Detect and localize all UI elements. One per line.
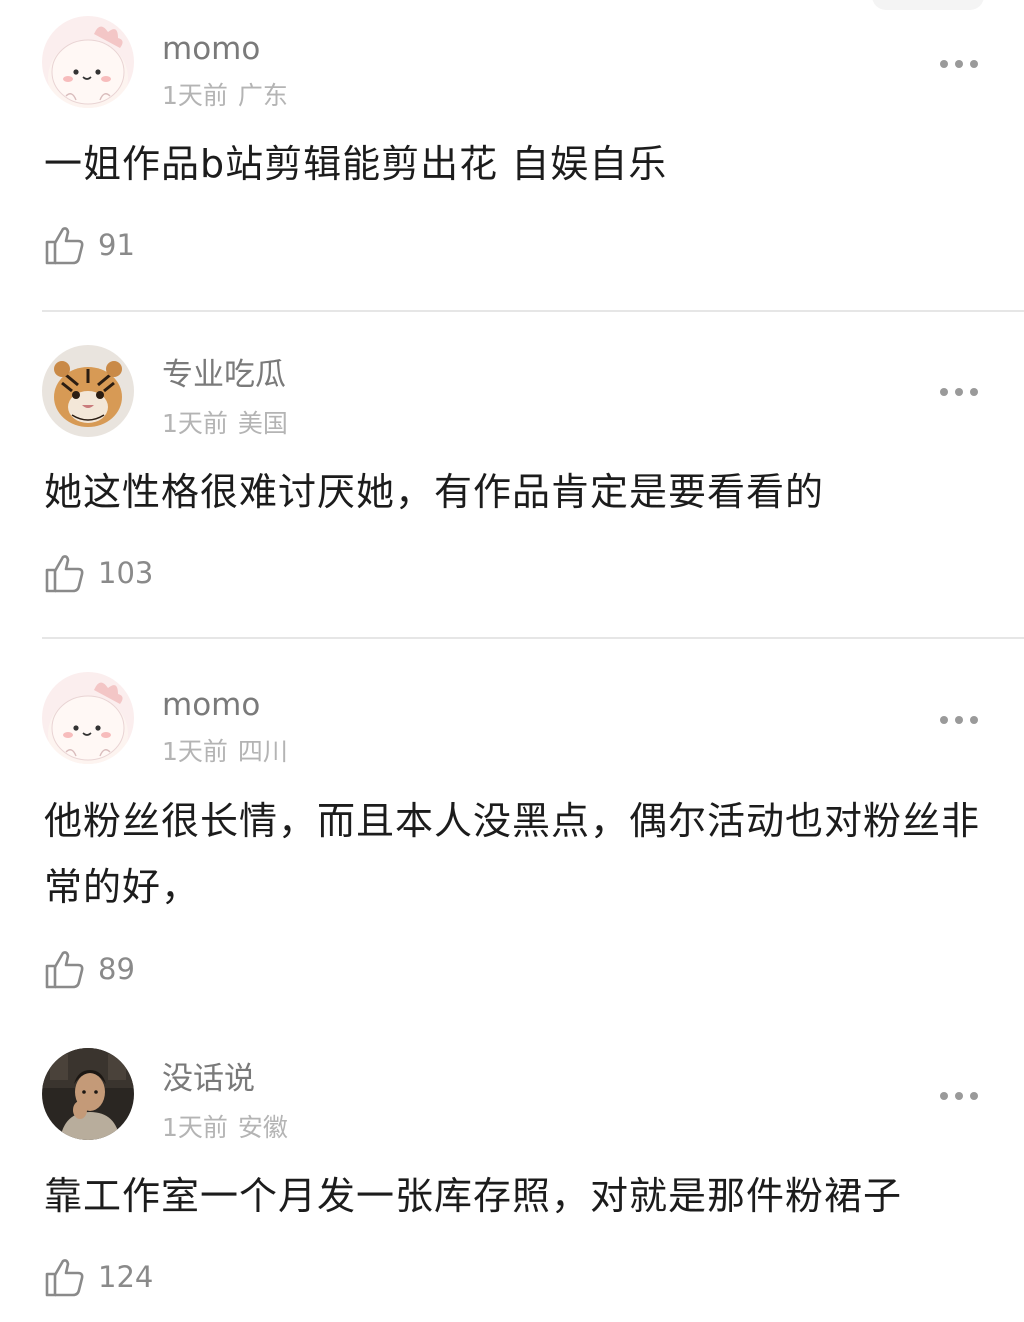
more-options-icon[interactable] (938, 1089, 980, 1103)
avatar[interactable] (42, 672, 134, 764)
more-options-icon[interactable] (938, 385, 980, 399)
divider (42, 637, 1024, 639)
comment-time: 1天前 (162, 737, 228, 766)
divider (42, 310, 1024, 312)
top-pill-decoration (872, 0, 984, 10)
comment-location: 四川 (237, 737, 288, 766)
comment-text: 他粉丝很长情，而且本人没黑点，偶尔活动也对粉丝非常的好， (44, 799, 981, 909)
comment-meta: 1天前 安徽 (162, 1115, 288, 1140)
like-count: 124 (98, 1259, 154, 1294)
pink-cartoon-avatar-icon (42, 672, 134, 764)
username[interactable]: momo (162, 34, 260, 65)
comment-meta: 1天前 美国 (162, 411, 288, 436)
avatar[interactable] (42, 1048, 134, 1140)
like-count: 91 (98, 227, 135, 262)
tiger-cub-avatar-icon (42, 345, 134, 437)
comment-time: 1天前 (162, 81, 228, 110)
pink-cartoon-avatar-icon (42, 16, 134, 108)
like-button[interactable]: 103 (44, 550, 153, 596)
username[interactable]: 专业吃瓜 (162, 360, 286, 391)
comment-text: 她这性格很难讨厌她，有作品肯定是要看看的 (44, 470, 825, 514)
comment-location: 广东 (237, 81, 288, 110)
like-button[interactable]: 91 (44, 222, 135, 268)
more-options-icon[interactable] (938, 713, 980, 727)
thumbs-up-icon (45, 1259, 84, 1297)
comment-location: 安徽 (237, 1113, 288, 1142)
thumbs-up-icon (45, 555, 84, 593)
comment-meta: 1天前 广东 (162, 83, 288, 108)
comment-meta: 1天前 四川 (162, 739, 288, 764)
comment-location: 美国 (237, 409, 288, 438)
man-photo-avatar-icon (42, 1048, 134, 1140)
comment-text: 靠工作室一个月发一张库存照，对就是那件粉裙子 (44, 1174, 903, 1218)
comment-time: 1天前 (162, 409, 228, 438)
username[interactable]: 没话说 (162, 1064, 255, 1095)
more-options-icon[interactable] (938, 57, 980, 71)
thumbs-up-icon (45, 227, 84, 265)
username[interactable]: momo (162, 690, 260, 721)
avatar[interactable] (42, 16, 134, 108)
like-count: 89 (98, 951, 135, 986)
thumbs-up-icon (45, 951, 84, 989)
avatar[interactable] (42, 345, 134, 437)
like-button[interactable]: 89 (44, 946, 135, 992)
comment-time: 1天前 (162, 1113, 228, 1142)
like-button[interactable]: 124 (44, 1254, 153, 1300)
comment-text: 一姐作品b站剪辑能剪出花 自娱自乐 (44, 142, 668, 186)
like-count: 103 (98, 555, 154, 590)
